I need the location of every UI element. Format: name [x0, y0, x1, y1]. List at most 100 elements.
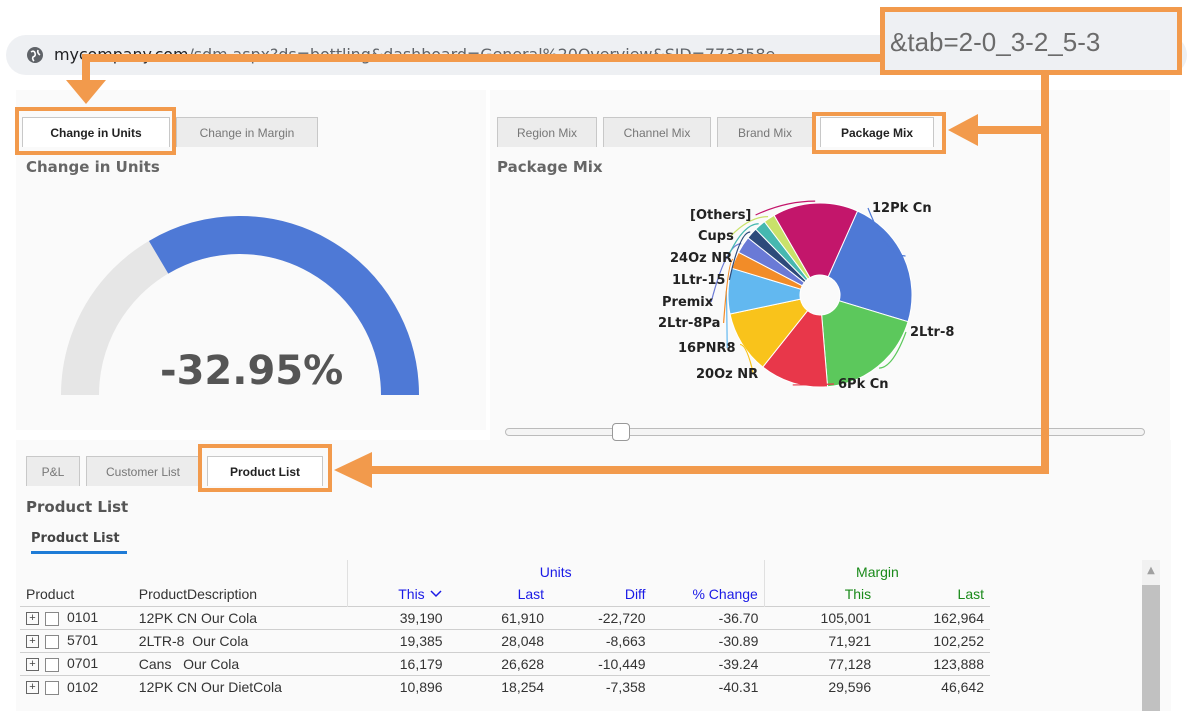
- table-cell: -30.89: [651, 628, 765, 652]
- table-cell: 29,596: [764, 674, 878, 698]
- product-table: Units Margin Product ProductDescription …: [20, 560, 990, 698]
- row-checkbox[interactable]: [45, 680, 59, 695]
- tab-change-in-margin[interactable]: Change in Margin: [176, 117, 318, 147]
- url-text[interactable]: mycompany.com/sdm.aspx?ds=bottling&dashb…: [54, 44, 775, 66]
- tab-highlight: [198, 444, 332, 492]
- table-cell: 28,048: [448, 628, 551, 652]
- col-header-margin-this[interactable]: This: [763, 583, 878, 606]
- table-cell: -8,663: [550, 628, 652, 652]
- expand-icon[interactable]: +: [26, 612, 39, 626]
- table-cell: -7,358: [550, 674, 652, 698]
- table-cell: -36.70: [651, 605, 765, 629]
- tab-customer-list[interactable]: Customer List: [86, 456, 200, 486]
- row-checkbox[interactable]: [45, 657, 59, 672]
- table-row[interactable]: +0102 12PK CN Our DietCola 10,896 18,254 -7,…: [20, 674, 990, 698]
- col-header-label: This: [398, 586, 425, 603]
- product-description: 12PK CN Our Cola: [132, 605, 348, 629]
- col-header-description[interactable]: ProductDescription: [133, 583, 347, 606]
- product-cell: +0102: [20, 674, 133, 698]
- tab-highlight: [15, 107, 176, 155]
- table-cell: 123,888: [877, 651, 990, 675]
- pie-label: [Others]: [690, 208, 751, 223]
- tab-region-mix[interactable]: Region Mix: [497, 117, 597, 147]
- col-header-margin-last[interactable]: Last: [877, 583, 990, 606]
- table-row[interactable]: +0101 12PK CN Our Cola 39,190 61,910 -22,720…: [20, 605, 990, 629]
- tab-highlight: [812, 112, 946, 154]
- product-code: 0701: [67, 655, 99, 672]
- product-description: 12PK CN Our DietCola: [132, 674, 348, 698]
- chevron-down-icon[interactable]: [429, 589, 443, 599]
- url-path: /sdm.aspx?ds=bottling&dashboard=General%…: [188, 45, 776, 64]
- package-mix-pie-chart: 12Pk Cn 2Ltr-8 6Pk Cn 20Oz NR 16PNR8 2Ltr-8Pa…: [658, 200, 954, 392]
- table-cell: 46,642: [877, 674, 990, 698]
- pie-label: 20Oz NR: [696, 367, 758, 382]
- expand-icon[interactable]: +: [26, 635, 39, 649]
- tab-channel-mix[interactable]: Channel Mix: [603, 117, 711, 147]
- product-cell: +0701: [20, 651, 133, 675]
- col-header-product[interactable]: Product: [20, 583, 133, 606]
- table-row[interactable]: +0701 Cans Our Cola 16,179 26,628 -10,449 -39…: [20, 651, 990, 675]
- tab-brand-mix[interactable]: Brand Mix: [717, 117, 813, 147]
- table-row[interactable]: +5701 2LTR-8 Our Cola 19,385 28,048 -8,663 -3…: [20, 628, 990, 652]
- col-header-units-last[interactable]: Last: [449, 583, 551, 606]
- pie-label: Cups: [698, 229, 734, 244]
- pie-label: 24Oz NR: [670, 251, 732, 266]
- range-slider-track[interactable]: [505, 428, 1145, 436]
- panel-title: Package Mix: [497, 158, 603, 176]
- product-code: 5701: [67, 632, 99, 649]
- range-slider-handle[interactable]: [612, 423, 630, 441]
- table-cell: 16,179: [347, 651, 449, 675]
- row-checkbox[interactable]: [45, 634, 59, 649]
- url-tab-param: &tab=2-0_3-2_5-3: [890, 27, 1101, 57]
- col-header-units-pct-change[interactable]: % Change: [652, 583, 765, 606]
- table-cell: -39.24: [651, 651, 765, 675]
- table-cell: 26,628: [448, 651, 551, 675]
- product-cell: +0101: [20, 605, 133, 629]
- pie-label: 16PNR8: [678, 341, 736, 356]
- pie-label: 6Pk Cn: [838, 377, 889, 392]
- scroll-up-icon[interactable]: ▲: [1142, 560, 1160, 582]
- table-cell: 77,128: [764, 651, 878, 675]
- col-header-units-this[interactable]: This: [346, 583, 449, 606]
- table-cell: -22,720: [550, 605, 652, 629]
- table-cell: 18,254: [448, 674, 551, 698]
- units-group-header: Units: [346, 560, 765, 583]
- table-cell: 61,910: [448, 605, 551, 629]
- gauge-value: -32.95%: [160, 348, 344, 394]
- margin-group-header: Margin: [763, 560, 990, 583]
- table-group-header-row: Units Margin: [20, 560, 990, 583]
- table-cell: 71,921: [764, 628, 878, 652]
- table-cell: 39,190: [347, 605, 449, 629]
- table-header-row: Product ProductDescription This Last Dif…: [20, 583, 990, 606]
- table-cell: 10,896: [347, 674, 449, 698]
- sub-tab-underline: [31, 551, 127, 554]
- table-cell: 162,964: [877, 605, 990, 629]
- expand-icon[interactable]: +: [26, 658, 39, 672]
- table-cell: 102,252: [877, 628, 990, 652]
- panel-title: Product List: [26, 498, 129, 516]
- pie-label: 1Ltr-15: [672, 273, 725, 288]
- pie-label: 2Ltr-8Pa: [658, 316, 720, 331]
- expand-icon[interactable]: +: [26, 681, 39, 695]
- table-cell: 105,001: [764, 605, 878, 629]
- panel-title: Change in Units: [26, 158, 160, 176]
- table-cell: 19,385: [347, 628, 449, 652]
- col-header-units-diff[interactable]: Diff: [550, 583, 652, 606]
- table-cell: -40.31: [651, 674, 765, 698]
- tab-pnl[interactable]: P&L: [26, 456, 80, 486]
- pie-leader-line: [725, 290, 728, 349]
- product-description: 2LTR-8 Our Cola: [132, 628, 348, 652]
- url-domain: mycompany.com: [54, 45, 189, 64]
- row-checkbox[interactable]: [45, 611, 59, 626]
- product-description: Cans Our Cola: [132, 651, 348, 675]
- pie-label: 12Pk Cn: [872, 201, 932, 216]
- pie-label: Premix: [662, 295, 714, 310]
- sub-tab-product-list[interactable]: Product List: [31, 531, 120, 546]
- globe-icon: [27, 47, 43, 63]
- product-code: 0102: [67, 678, 99, 695]
- scrollbar-thumb[interactable]: [1142, 585, 1160, 711]
- product-cell: +5701: [20, 628, 133, 652]
- product-code: 0101: [67, 609, 99, 626]
- pie-label: 2Ltr-8: [910, 325, 954, 340]
- table-cell: -10,449: [550, 651, 652, 675]
